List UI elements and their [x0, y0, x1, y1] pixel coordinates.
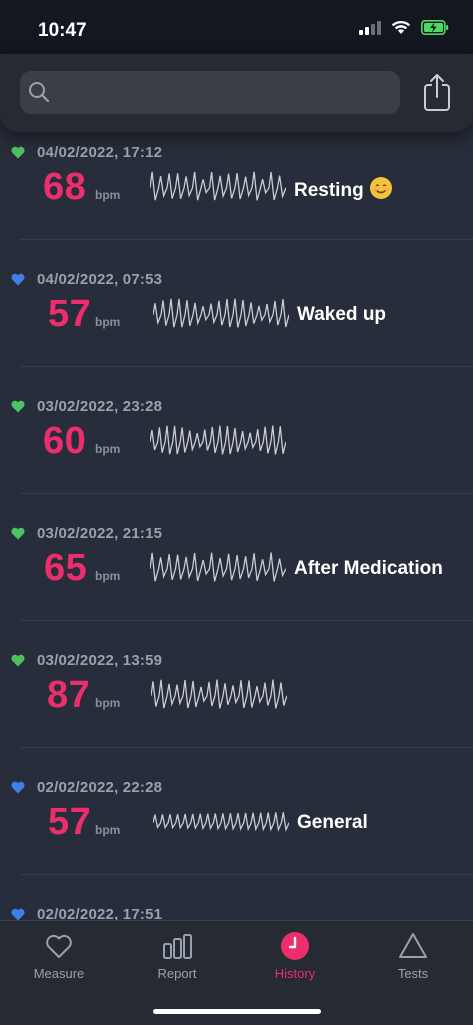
- tab-measure[interactable]: Measure: [0, 921, 118, 991]
- heartbeat-waveform: [153, 298, 289, 328]
- history-entry[interactable]: 04/02/2022, 17:12 68 bpm Resting: [0, 132, 473, 240]
- search-icon: [29, 82, 50, 103]
- bpm-value: 57: [48, 801, 92, 843]
- waveform-line: [150, 425, 286, 455]
- heart-icon: [11, 654, 25, 667]
- heartbeat-waveform: [153, 812, 289, 833]
- tab-label: Report: [157, 966, 197, 981]
- history-entry[interactable]: 02/02/2022, 17:51: [0, 876, 473, 920]
- heart-icon: [11, 908, 25, 920]
- heart-shape: [11, 273, 25, 286]
- bpm-value: 65: [44, 547, 88, 589]
- entry-date: 03/02/2022, 13:59: [37, 652, 163, 669]
- home-indicator: [153, 1009, 321, 1014]
- tab-label: History: [274, 966, 316, 981]
- bpm-unit: bpm: [95, 442, 121, 456]
- entry-date: 04/02/2022, 07:53: [37, 271, 163, 288]
- search-field[interactable]: [20, 71, 400, 116]
- entry-note: After Medication: [294, 558, 443, 579]
- heartbeat-waveform: [150, 171, 286, 201]
- tab-label: Measure: [33, 966, 85, 981]
- history-entry[interactable]: 03/02/2022, 13:59 87 bpm: [0, 622, 473, 748]
- waveform-line: [150, 552, 286, 582]
- heartbeat-waveform: [150, 425, 286, 455]
- entry-date: 04/02/2022, 17:12: [37, 144, 163, 161]
- battery-charging-icon: [421, 20, 449, 35]
- smile-face-features: [373, 184, 388, 194]
- heart-icon: [11, 146, 25, 159]
- triangle-icon: [399, 933, 427, 958]
- bpm-unit: bpm: [95, 188, 121, 202]
- heart-shape: [11, 654, 25, 667]
- history-entry[interactable]: 04/02/2022, 07:53 57 bpm Waked up: [0, 241, 473, 367]
- heartbeat-waveform: [150, 552, 286, 582]
- status-icons: [359, 20, 449, 35]
- wifi-icon: [391, 20, 411, 34]
- entry-date: 02/02/2022, 17:51: [37, 906, 163, 920]
- bpm-unit: bpm: [95, 569, 121, 583]
- heart-shape: [11, 781, 25, 794]
- heartbeat-waveform: [151, 679, 287, 709]
- heart-icon: [11, 273, 25, 286]
- entry-note: General: [297, 812, 368, 833]
- entry-note: Waked up: [297, 304, 387, 325]
- waveform-line: [153, 298, 289, 328]
- bpm-value: 87: [47, 674, 91, 716]
- history-entry[interactable]: 03/02/2022, 23:28 60 bpm: [0, 368, 473, 494]
- entry-date: 03/02/2022, 23:28: [37, 398, 163, 415]
- tab-label: Tests: [397, 966, 429, 981]
- waveform-line: [153, 812, 289, 833]
- status-bar: 10:47: [0, 0, 473, 54]
- entry-note: Resting: [294, 177, 392, 202]
- tab-report[interactable]: Report: [118, 921, 236, 991]
- history-entry[interactable]: 02/02/2022, 22:28 57 bpm General: [0, 749, 473, 875]
- bpm-unit: bpm: [95, 823, 121, 837]
- heart-shape: [11, 908, 25, 920]
- cellular-signal-icon: [359, 20, 381, 35]
- bpm-value: 57: [48, 293, 92, 335]
- tab-tests[interactable]: Tests: [354, 921, 472, 991]
- bpm-value: 60: [43, 420, 87, 462]
- waveform-line: [151, 679, 287, 709]
- heart-shape: [11, 400, 25, 413]
- heart-shape: [11, 146, 25, 159]
- bpm-value: 68: [43, 166, 87, 208]
- bar-chart-icon: [163, 934, 192, 959]
- share-button[interactable]: [420, 72, 454, 112]
- bpm-unit: bpm: [95, 315, 121, 329]
- entry-date: 03/02/2022, 21:15: [37, 525, 163, 542]
- heart-icon: [11, 781, 25, 794]
- tab-bar: Measure Report History Tests: [0, 920, 473, 1025]
- heart-outline-icon: [46, 934, 72, 958]
- waveform-line: [150, 171, 286, 201]
- smiling-face-emoji: [369, 177, 392, 199]
- history-list: 04/02/2022, 17:12 68 bpm Resting 04/02/2…: [0, 132, 473, 920]
- search-panel: [0, 54, 473, 132]
- entry-date: 02/02/2022, 22:28: [37, 779, 163, 796]
- heart-icon: [11, 527, 25, 540]
- search-input[interactable]: [62, 71, 396, 116]
- history-entry[interactable]: 03/02/2022, 21:15 65 bpm After Medicatio…: [0, 495, 473, 621]
- heart-icon: [11, 400, 25, 413]
- clock-icon: [281, 932, 309, 960]
- heart-shape: [11, 527, 25, 540]
- bpm-unit: bpm: [95, 696, 121, 710]
- status-time: 10:47: [38, 20, 87, 41]
- entry-note-text: Resting: [294, 180, 364, 201]
- tab-history[interactable]: History: [236, 921, 354, 991]
